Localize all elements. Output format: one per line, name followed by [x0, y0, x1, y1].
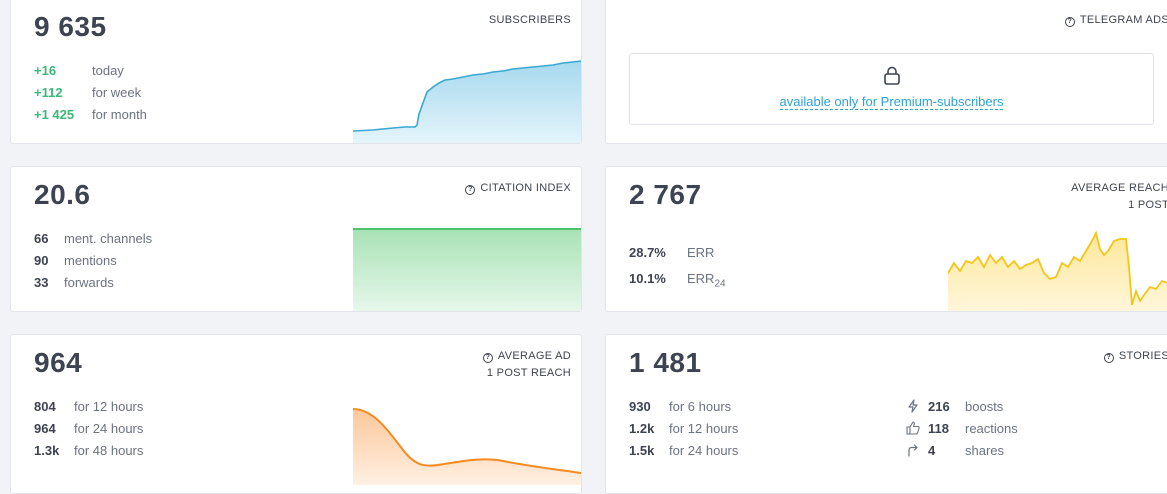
- growth-row: +16 today: [34, 63, 124, 78]
- stories-reach-list: 930 for 6 hours 1.2k for 12 hours 1.5k for …: [629, 396, 738, 462]
- subscribers-area: [353, 61, 581, 143]
- citation-index-value: 20.6: [34, 179, 91, 210]
- subscribers-sparkline[interactable]: [353, 57, 581, 144]
- help-icon[interactable]: ?: [1064, 17, 1075, 27]
- telegram-ads-label: ? TELEGRAM ADS: [1064, 12, 1167, 29]
- subscribers-label: SUBSCRIBERS: [488, 14, 571, 26]
- average-ad-reach-card: 964 ? AVERAGE AD 1 POST REACH 804 for 12 h…: [10, 334, 582, 494]
- ad-reach-list: 804 for 12 hours 964 for 24 hours 1.3k for …: [34, 396, 143, 462]
- average-reach-label: AVERAGE REACH 1 POST: [1071, 182, 1167, 211]
- subscribers-card: 9 635 SUBSCRIBERS +16 today +112 for week …: [10, 0, 582, 144]
- citation-row: 66 ment. channels: [34, 231, 153, 246]
- shares-row: 4 shares: [906, 440, 1018, 462]
- stories-row: 930 for 6 hours: [629, 399, 732, 414]
- stories-label: ? STORIES: [1103, 348, 1167, 365]
- citation-area: [353, 229, 581, 311]
- telegram-ads-card: ? TELEGRAM ADS available only for Premium…: [605, 0, 1167, 144]
- ad-reach-row: 1.3k for 48 hours: [34, 443, 144, 458]
- help-icon[interactable]: ?: [465, 185, 476, 195]
- citation-index-label: ? CITATION INDEX: [465, 180, 571, 197]
- help-icon[interactable]: ?: [1103, 353, 1114, 363]
- thumbs-up-icon: [906, 421, 920, 435]
- stories-row: 1.2k for 12 hours: [629, 421, 739, 436]
- citation-index-card: 20.6 ? CITATION INDEX 66 ment. channels 90…: [10, 166, 582, 312]
- stories-row: 1.5k for 24 hours: [629, 443, 739, 458]
- citation-chart[interactable]: [353, 227, 581, 312]
- average-ad-reach-label: ? AVERAGE AD 1 POST REACH: [482, 348, 571, 382]
- lightning-icon: [908, 399, 918, 413]
- stories-card: 1 481 ? STORIES 930 for 6 hours 1.2k for 12…: [605, 334, 1167, 494]
- err-stats: 28.7% ERR 10.1% ERR24: [629, 240, 726, 298]
- growth-row: +1 425 for month: [34, 107, 147, 122]
- stories-engagement-list: 216 boosts 118 reactions 4 shares: [906, 396, 1018, 462]
- reactions-row: 118 reactions: [906, 418, 1018, 440]
- average-reach-value: 2 767: [629, 179, 702, 210]
- average-reach-card: 2 767 AVERAGE REACH 1 POST 28.7% ERR 10.1…: [605, 166, 1167, 312]
- citation-row: 90 mentions: [34, 253, 117, 268]
- boosts-row: 216 boosts: [906, 396, 1018, 418]
- help-icon[interactable]: ?: [482, 353, 493, 363]
- citation-row: 33 forwards: [34, 275, 114, 290]
- average-ad-reach-area: [353, 409, 581, 485]
- err24-row: 10.1% ERR24: [629, 271, 726, 290]
- share-arrow-icon: [908, 444, 918, 457]
- stories-value: 1 481: [629, 347, 702, 378]
- lock-icon: [884, 66, 900, 85]
- average-ad-reach-curve[interactable]: [353, 405, 581, 485]
- subscribers-growth-list: +16 today +112 for week +1 425 for month: [34, 60, 147, 126]
- ad-reach-row: 804 for 12 hours: [34, 399, 144, 414]
- citation-stats-list: 66 ment. channels 90 mentions 33 forwards: [34, 228, 152, 294]
- ad-reach-row: 964 for 24 hours: [34, 421, 144, 436]
- average-reach-sparkline[interactable]: [948, 227, 1167, 312]
- premium-link[interactable]: available only for Premium-subscribers: [630, 94, 1153, 110]
- growth-row: +112 for week: [34, 85, 142, 100]
- subscribers-count: 9 635: [34, 11, 107, 42]
- err-row: 28.7% ERR: [629, 245, 715, 260]
- average-ad-reach-value: 964: [34, 347, 83, 378]
- premium-locked-box: available only for Premium-subscribers: [629, 53, 1154, 125]
